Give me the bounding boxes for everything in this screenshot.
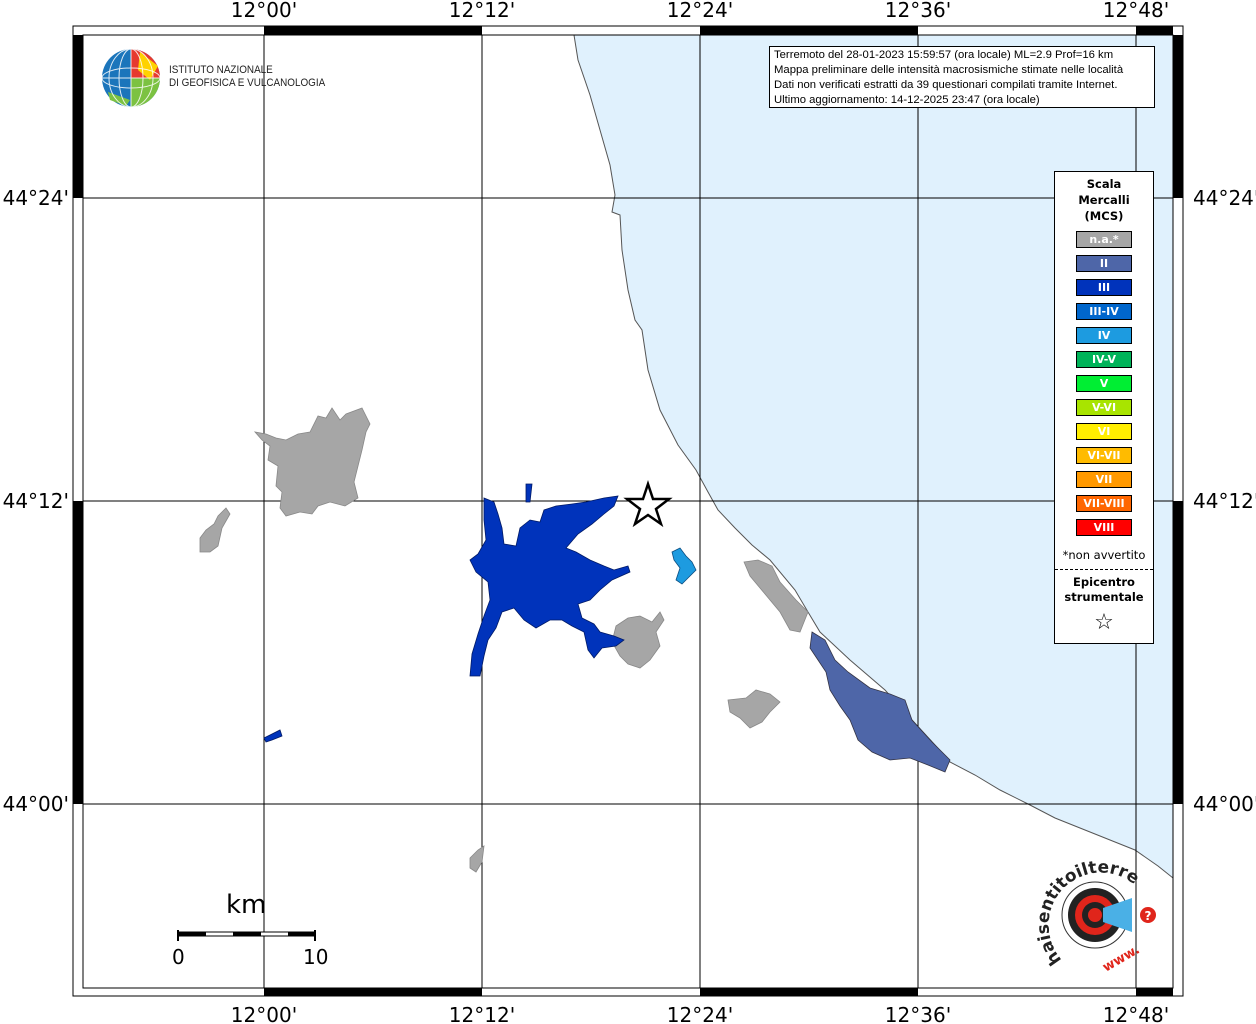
left-label-1: 44°24' [3,186,69,210]
top-label-1: 12°00' [231,0,297,22]
legend-item-iii-iv: III-IV [1076,303,1132,320]
left-label-3: 44°00' [3,792,69,816]
ingv-name: ISTITUTO NAZIONALE DI GEOFISICA E VULCAN… [169,64,325,90]
legend-epi-line2: strumentale [1064,590,1144,604]
legend-title-line2: Mercalli [1078,193,1130,207]
scale-unit: km [226,890,267,920]
bottom-label-4: 12°36' [885,1003,951,1024]
mcs-legend: Scala Mercalli (MCS) n.a.* II III III-IV… [1054,171,1154,644]
legend-item-vii-viii: VII-VIII [1076,495,1132,512]
earthquake-info-box: Terremoto del 28-01-2023 15:59:57 (ora l… [769,46,1155,108]
top-label-2: 12°12' [449,0,515,22]
legend-item-iv-v: IV-V [1076,351,1132,368]
bottom-label-3: 12°24' [667,1003,733,1024]
legend-epicenter-label: Epicentro strumentale [1055,575,1153,605]
svg-text:?: ? [1145,909,1152,923]
legend-item-iii: III [1076,279,1132,296]
ingv-line1: ISTITUTO NAZIONALE [169,64,273,76]
legend-item-na: n.a.* [1076,231,1132,248]
ingv-globe-logo [101,48,161,108]
bottom-label-1: 12°00' [231,1003,297,1024]
left-label-2: 44°12' [3,489,69,513]
scale-start: 0 [172,945,185,969]
ingv-line2: DI GEOFISICA E VULCANOLOGIA [169,77,326,89]
legend-separator [1055,569,1153,570]
bottom-label-5: 12°48' [1103,1003,1169,1024]
right-label-1: 44°24' [1193,186,1256,210]
legend-item-vi: VI [1076,423,1132,440]
legend-star-icon: ☆ [1094,610,1114,635]
legend-item-ii: II [1076,255,1132,272]
legend-title: Scala Mercalli (MCS) [1055,176,1153,224]
info-line1: Terremoto del 28-01-2023 15:59:57 (ora l… [774,49,1114,61]
right-label-3: 44°00' [1193,792,1256,816]
legend-item-iv: IV [1076,327,1132,344]
top-label-3: 12°24' [667,0,733,22]
legend-item-viii: VIII [1076,519,1132,536]
legend-item-vi-vii: VI-VII [1076,447,1132,464]
legend-epi-line1: Epicentro [1073,575,1135,589]
legend-note: *non avvertito [1062,548,1146,562]
bottom-label-2: 12°12' [449,1003,515,1024]
info-line4: Ultimo aggiornamento: 14-12-2025 23:47 (… [774,94,1040,106]
legend-title-line1: Scala [1086,177,1122,191]
info-line3: Dati non verificati estratti da 39 quest… [774,79,1118,91]
legend-item-v-vi: V-VI [1076,399,1132,416]
legend-items: n.a.* II III III-IV IV IV-V V V-VI VI VI… [1055,231,1153,536]
top-label-4: 12°36' [885,0,951,22]
scale-end: 10 [303,945,329,969]
top-label-5: 12°48' [1103,0,1169,22]
legend-item-v: V [1076,375,1132,392]
info-line2: Mappa preliminare delle intensità macros… [774,64,1124,76]
legend-title-line3: (MCS) [1084,209,1124,223]
right-label-2: 44°12' [1193,489,1256,513]
legend-item-vii: VII [1076,471,1132,488]
